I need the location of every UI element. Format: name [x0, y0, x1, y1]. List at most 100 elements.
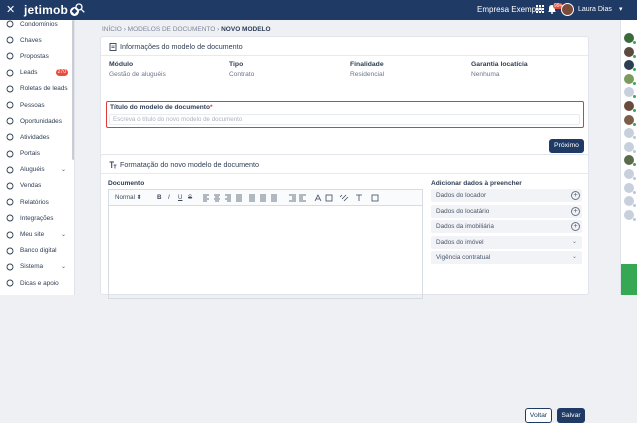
- app-logo[interactable]: jetimob ◆: [24, 3, 80, 17]
- online-user-avatar[interactable]: [624, 73, 636, 85]
- user-name[interactable]: Laura Dias: [578, 5, 612, 14]
- target-icon: [6, 117, 14, 125]
- chat-toggle[interactable]: [621, 264, 637, 295]
- sidebar-item[interactable]: Vendas: [0, 178, 74, 194]
- sidebar-item[interactable]: Relatórios: [0, 194, 74, 210]
- sidebar-item[interactable]: Meu site ⌄: [0, 226, 74, 242]
- sidebar-item[interactable]: Dicas e apoio: [0, 275, 74, 291]
- chevron-down-icon[interactable]: ⌄: [61, 263, 66, 270]
- online-user-avatar[interactable]: [624, 209, 636, 221]
- close-icon[interactable]: ✕: [6, 3, 15, 17]
- add-fields-label: Adicionar dados à preencher: [431, 180, 522, 187]
- sidebar-item[interactable]: Integrações: [0, 210, 74, 226]
- online-user-avatar[interactable]: [624, 60, 636, 72]
- online-user-avatar[interactable]: [624, 87, 636, 99]
- sidebar-item-label: Banco digital: [20, 247, 57, 255]
- text-format-icon: [109, 161, 117, 168]
- sidebar-item-label: Sistema: [20, 263, 44, 271]
- online-user-avatar[interactable]: [624, 182, 636, 194]
- company-name[interactable]: Empresa Exemplo: [477, 4, 542, 15]
- sidebar-item-label: Chaves: [20, 36, 42, 44]
- italic-button[interactable]: I: [168, 194, 170, 202]
- title-input[interactable]: Escreva o título do novo modelo de docum…: [109, 114, 580, 125]
- sidebar-item[interactable]: Banco digital: [0, 243, 74, 259]
- online-user-avatar[interactable]: [624, 114, 636, 126]
- info-card: Informações do modelo de documento Módul…: [100, 36, 589, 165]
- check-icon: [6, 133, 14, 141]
- format-card-title: Formatação do novo modelo de documento: [109, 160, 259, 169]
- chevron-down-icon[interactable]: ⌄: [572, 251, 577, 264]
- underline-button[interactable]: U: [178, 194, 182, 202]
- sidebar-item[interactable]: Sistema ⌄: [0, 259, 74, 275]
- plus-circle-icon[interactable]: +: [571, 222, 580, 231]
- online-user-avatar[interactable]: [624, 155, 636, 167]
- strike-button[interactable]: S: [188, 194, 192, 202]
- add-field-item[interactable]: Vigência contratual ⌄: [431, 251, 582, 264]
- sidebar-item-label: Condomínios: [20, 20, 58, 28]
- sidebar-item[interactable]: Condomínios: [0, 20, 74, 32]
- document-editor[interactable]: Normal ⬍ B I U S: [108, 189, 423, 299]
- plus-circle-icon[interactable]: +: [571, 191, 580, 200]
- plus-circle-icon[interactable]: +: [571, 206, 580, 216]
- online-user-avatar[interactable]: [624, 141, 636, 153]
- sidebar-item[interactable]: Portais: [0, 146, 74, 162]
- breadcrumb-parent[interactable]: MODELOS DE DOCUMENTO: [128, 26, 216, 33]
- add-field-item[interactable]: Dados do locador +: [431, 189, 582, 202]
- save-button[interactable]: Salvar: [557, 408, 585, 423]
- bold-button[interactable]: B: [157, 194, 161, 202]
- megaphone-icon: [6, 150, 14, 158]
- online-user-avatar[interactable]: [624, 196, 636, 208]
- format-card: Formatação do novo modelo de documento D…: [100, 154, 589, 423]
- add-field-item[interactable]: Dados do imóvel ⌄: [431, 235, 582, 249]
- chevron-down-icon[interactable]: ⌄: [61, 166, 66, 173]
- sidebar-item[interactable]: Atividades: [0, 129, 74, 145]
- sidebar-item[interactable]: Aluguéis ⌄: [0, 162, 74, 178]
- editor-toolbar: Normal ⬍ B I U S: [109, 190, 422, 206]
- online-user-avatar[interactable]: [624, 128, 636, 140]
- online-user-avatar[interactable]: [624, 46, 636, 58]
- add-field-item[interactable]: Dados da imobiliária +: [431, 220, 582, 233]
- sidebar-item-label: Oportunidades: [20, 117, 62, 125]
- online-user-avatar[interactable]: [624, 101, 636, 112]
- align-icons[interactable]: [203, 194, 287, 202]
- breadcrumb-current: NOVO MODELO: [221, 26, 271, 33]
- sidebar-item[interactable]: Chaves: [0, 32, 74, 48]
- style-select[interactable]: Normal ⬍: [115, 194, 142, 202]
- sidebar-item[interactable]: Roletas de leads: [0, 81, 74, 97]
- info-column-header: Garantia locatícia: [471, 61, 528, 68]
- online-user-avatar[interactable]: [624, 169, 636, 180]
- report-icon: [6, 198, 14, 206]
- add-field-label: Dados da imobiliária: [436, 223, 494, 230]
- search-icon[interactable]: [75, 3, 85, 13]
- next-button[interactable]: Próximo: [549, 139, 584, 153]
- people-icon: [6, 101, 14, 109]
- indent-link-icons[interactable]: [289, 194, 379, 202]
- info-column-value: Residencial: [350, 71, 385, 78]
- bank-icon: [6, 247, 14, 255]
- chevron-down-icon[interactable]: ⌄: [61, 231, 66, 238]
- sidebar-item-label: Roletas de leads: [20, 85, 68, 93]
- sidebar-item-label: Propostas: [20, 52, 49, 60]
- add-field-item[interactable]: Dados do locatário +: [431, 204, 582, 218]
- key-icon: [6, 36, 14, 44]
- sidebar-item[interactable]: Oportunidades: [0, 113, 74, 129]
- online-user-avatar[interactable]: [624, 33, 636, 44]
- info-column-header: Tipo: [229, 61, 244, 68]
- user-avatar[interactable]: [561, 3, 574, 16]
- breadcrumb-home[interactable]: INÍCIO: [102, 26, 122, 33]
- plug-icon: [6, 214, 14, 222]
- breadcrumb: INÍCIO › MODELOS DE DOCUMENTO › NOVO MOD…: [102, 25, 271, 34]
- sidebar-item-label: Integrações: [20, 214, 54, 222]
- gavel-icon: [6, 53, 14, 60]
- sidebar-item-label: Pessoas: [20, 101, 45, 109]
- back-button[interactable]: Voltar: [525, 408, 552, 423]
- divider: [101, 55, 588, 56]
- user-menu-chevron-icon[interactable]: ▾: [619, 5, 623, 13]
- apps-grid-icon[interactable]: [536, 5, 544, 13]
- sidebar-item[interactable]: Propostas: [0, 48, 74, 64]
- sales-icon: [6, 182, 14, 190]
- sidebar-item[interactable]: Leads 270: [0, 65, 74, 81]
- building-icon: [6, 20, 14, 28]
- sidebar-item[interactable]: Pessoas: [0, 97, 74, 113]
- chevron-down-icon[interactable]: ⌄: [572, 236, 577, 249]
